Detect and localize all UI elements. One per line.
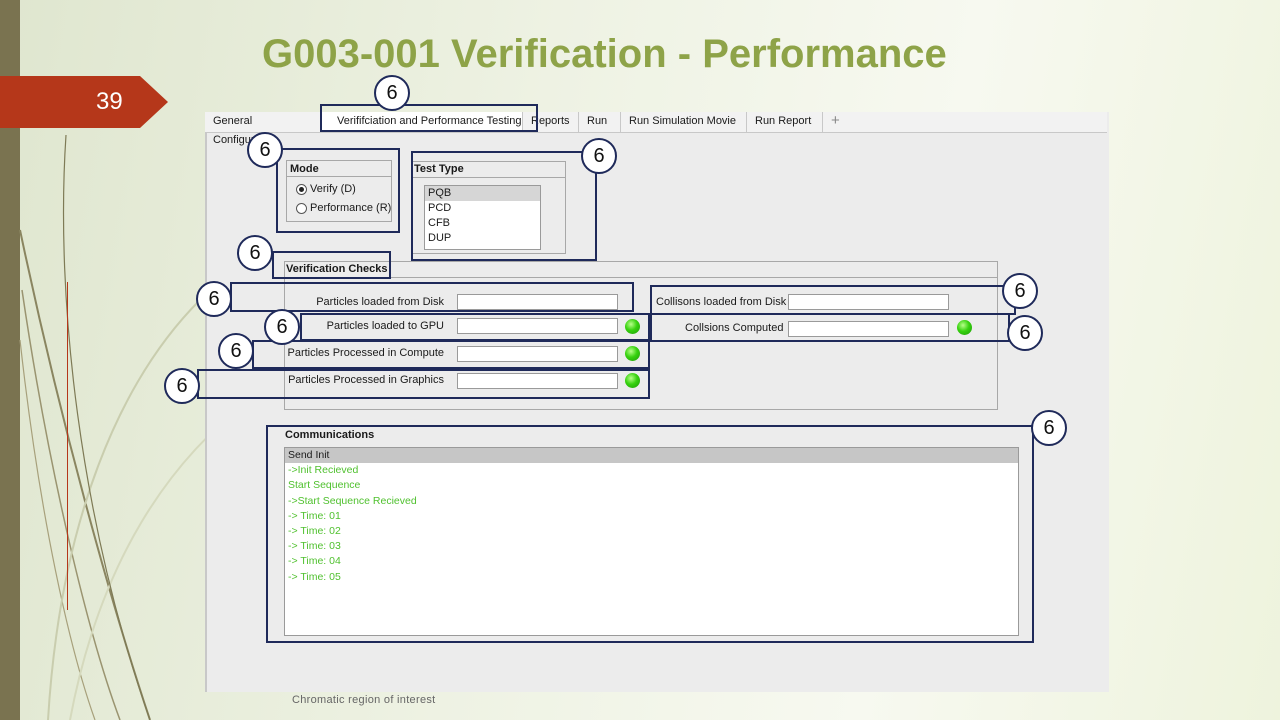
tab-run-report[interactable]: Run Report [747,112,823,132]
tab-reports[interactable]: Reports [523,112,579,132]
label-collisions-loaded-disk: Collisons loaded from Disk [656,296,787,308]
test-type-item-pcd[interactable]: PCD [425,201,540,216]
annotation-badge: 6 [1031,410,1067,446]
slide-number-arrow [140,76,168,128]
status-led-icon [957,320,972,335]
log-line[interactable]: -> Time: 03 [285,539,1018,554]
test-type-title: Test Type [414,163,464,175]
log-line[interactable]: ->Start Sequence Recieved [285,494,1018,509]
status-led-icon [625,346,640,361]
mode-divider [286,176,392,177]
label-particles-loaded-gpu: Particles loaded to GPU [326,320,444,332]
test-type-item-cfb[interactable]: CFB [425,216,540,231]
annotation-badge: 6 [164,368,200,404]
slide-number: 39 [96,88,123,115]
label-particles-loaded-disk: Particles loaded from Disk [316,296,444,308]
log-line[interactable]: ->Init Recieved [285,463,1018,478]
verification-title: Verification Checks [286,263,388,275]
log-line[interactable]: -> Time: 02 [285,524,1018,539]
slide-title: G003-001 Verification - Performance [262,32,947,76]
field-particles-loaded-gpu[interactable] [457,318,618,334]
add-tab-icon[interactable]: + [831,112,840,130]
tab-run[interactable]: Run [579,112,621,132]
status-led-icon [625,319,640,334]
test-type-divider [411,177,566,178]
field-collisions-loaded-disk[interactable] [788,294,949,310]
mode-option-verify[interactable]: Verify (D) [296,183,356,195]
communications-log[interactable]: Send Init ->Init Recieved Start Sequence… [284,447,1019,636]
status-led-icon [625,373,640,388]
decorative-red-line [67,282,68,610]
field-particles-loaded-disk[interactable] [457,294,618,310]
test-type-item-dup[interactable]: DUP [425,231,540,246]
mode-option-performance[interactable]: Performance (R) [296,202,391,214]
tab-run-simulation-movie[interactable]: Run Simulation Movie [621,112,747,132]
log-line[interactable]: Send Init [285,448,1018,464]
log-line[interactable]: -> Time: 04 [285,554,1018,569]
field-particles-compute[interactable] [457,346,618,362]
test-type-list[interactable]: PQB PCD CFB DUP [424,185,541,250]
communications-title: Communications [285,429,375,441]
annotation-badge: 6 [237,235,273,271]
field-particles-graphics[interactable] [457,373,618,389]
log-line[interactable]: Start Sequence [285,478,1018,493]
annotation-badge: 6 [1002,273,1038,309]
log-line[interactable]: -> Time: 01 [285,509,1018,524]
annotation-badge: 6 [264,309,300,345]
radio-selected-icon[interactable] [296,183,307,195]
tab-bar: General Configuration Verififciation and… [205,112,1107,146]
mode-title: Mode [290,163,319,175]
label-particles-graphics: Particles Processed in Graphics [288,374,444,386]
test-type-item-pqb[interactable]: PQB [425,186,540,201]
log-line[interactable]: -> Time: 05 [285,570,1018,585]
tab-general-configuration[interactable]: General Configuration [205,112,321,146]
annotation-badge: 6 [218,333,254,369]
label-particles-compute: Particles Processed in Compute [287,347,444,359]
annotation-badge: 6 [247,132,283,168]
annotation-badge: 6 [374,75,410,111]
mode-option-label: Performance (R) [310,202,392,214]
annotation-badge: 6 [196,281,232,317]
slide-footer: Chromatic region of interest [292,694,436,706]
mode-option-label: Verify (D) [310,183,356,195]
tab-verification-performance[interactable]: Verififciation and Performance Testing [321,112,523,132]
label-collisions-computed: Collsions Computed [685,322,784,334]
radio-unselected-icon[interactable] [296,202,307,214]
annotation-badge: 6 [581,138,617,174]
field-collisions-computed[interactable] [788,321,949,337]
annotation-badge: 6 [1007,315,1043,351]
verification-divider [284,277,998,278]
